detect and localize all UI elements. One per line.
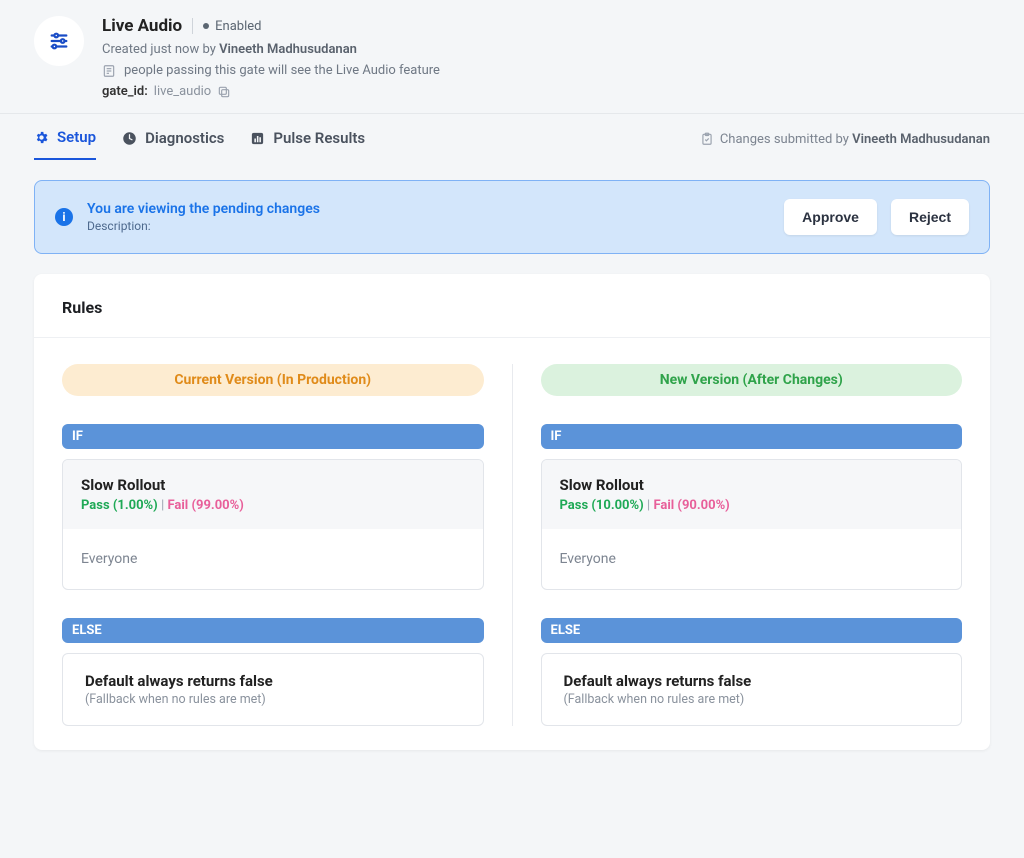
- default-subtitle: (Fallback when no rules are met): [564, 692, 940, 707]
- tab-label: Pulse Results: [273, 129, 365, 147]
- default-title: Default always returns false: [564, 672, 940, 690]
- new-version-column: New Version (After Changes) IF Slow Roll…: [512, 364, 963, 726]
- rule-name: Slow Rollout: [560, 476, 944, 494]
- tab-pulse-results[interactable]: Pulse Results: [250, 129, 365, 159]
- default-card: Default always returns false (Fallback w…: [62, 653, 484, 726]
- pass-value: Pass (10.00%): [560, 498, 644, 513]
- rule-condition: Everyone: [63, 529, 483, 589]
- fail-value: Fail (90.00%): [653, 498, 729, 513]
- default-title: Default always returns false: [85, 672, 461, 690]
- pending-changes-banner: i You are viewing the pending changes De…: [34, 180, 990, 254]
- clock-icon: [122, 131, 137, 146]
- rules-title: Rules: [62, 298, 962, 317]
- chart-icon: [250, 131, 265, 146]
- gate-id-label: gate_id:: [102, 84, 148, 99]
- current-version-column: Current Version (In Production) IF Slow …: [62, 364, 512, 726]
- status-dot-icon: [203, 23, 209, 29]
- if-tag: IF: [62, 424, 484, 449]
- else-tag: ELSE: [62, 618, 484, 643]
- rule-card: Slow Rollout Pass (10.00%) | Fail (90.00…: [541, 459, 963, 590]
- tab-label: Setup: [57, 128, 96, 146]
- rule-condition: Everyone: [542, 529, 962, 589]
- tab-setup[interactable]: Setup: [34, 128, 96, 160]
- tab-diagnostics[interactable]: Diagnostics: [122, 129, 224, 159]
- reject-button[interactable]: Reject: [891, 199, 969, 235]
- if-tag: IF: [541, 424, 963, 449]
- status-badge: Enabled: [203, 19, 261, 34]
- tab-label: Diagnostics: [145, 129, 224, 147]
- copy-icon[interactable]: [217, 85, 231, 99]
- gate-note: people passing this gate will see the Li…: [124, 63, 440, 78]
- created-by: Created just now by Vineeth Madhusudanan: [102, 42, 990, 57]
- page-title: Live Audio: [102, 16, 182, 36]
- banner-title: You are viewing the pending changes: [87, 201, 770, 217]
- banner-description: Description:: [87, 219, 770, 233]
- changes-submitted-by: Changes submitted by Vineeth Madhusudana…: [700, 132, 990, 157]
- default-subtitle: (Fallback when no rules are met): [85, 692, 461, 707]
- default-card: Default always returns false (Fallback w…: [541, 653, 963, 726]
- status-text: Enabled: [215, 19, 261, 34]
- divider: [192, 18, 193, 34]
- new-version-pill: New Version (After Changes): [541, 364, 963, 396]
- clipboard-icon: [700, 132, 714, 146]
- rules-panel: Rules Current Version (In Production) IF…: [34, 274, 990, 750]
- current-version-pill: Current Version (In Production): [62, 364, 484, 396]
- fail-value: Fail (99.00%): [167, 498, 243, 513]
- info-icon: i: [55, 208, 73, 226]
- approve-button[interactable]: Approve: [784, 199, 877, 235]
- gate-icon: [34, 16, 84, 66]
- rule-card: Slow Rollout Pass (1.00%) | Fail (99.00%…: [62, 459, 484, 590]
- note-icon: [102, 64, 116, 78]
- rule-name: Slow Rollout: [81, 476, 465, 494]
- gear-icon: [34, 130, 49, 145]
- else-tag: ELSE: [541, 618, 963, 643]
- gate-id-value: live_audio: [154, 84, 211, 99]
- pass-value: Pass (1.00%): [81, 498, 158, 513]
